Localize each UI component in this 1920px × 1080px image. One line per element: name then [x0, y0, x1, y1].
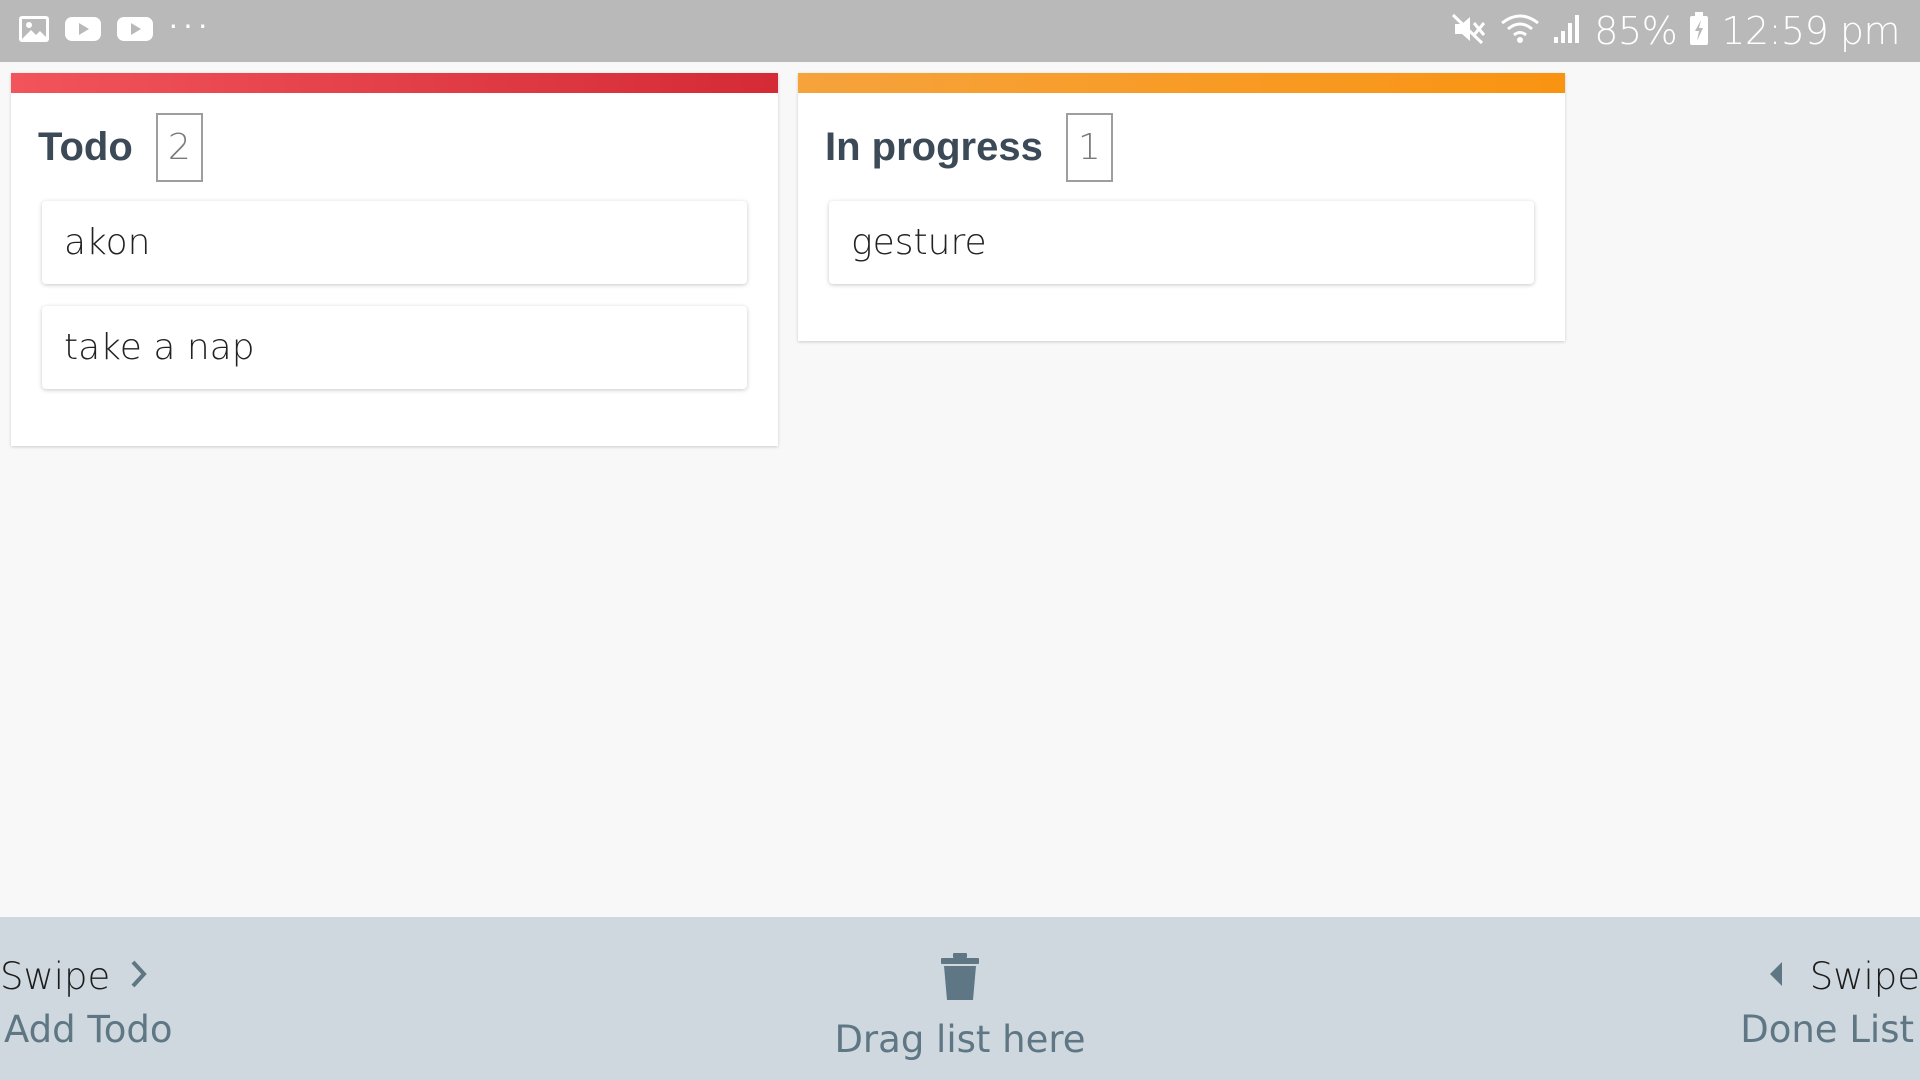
signal-icon	[1552, 13, 1582, 50]
column-title: In progress	[825, 124, 1043, 169]
delete-list-drop-zone[interactable]: Drag list here	[0, 953, 1920, 1061]
system-indicators: 85% 12:59 pm	[1440, 9, 1900, 53]
trash-icon	[940, 953, 980, 1006]
card-list: gesture	[798, 201, 1565, 284]
more-notifications-icon: ···	[168, 6, 212, 42]
task-card[interactable]: akon	[42, 201, 747, 284]
column-header: Todo 2	[11, 93, 778, 201]
column-accent-bar	[11, 73, 778, 93]
drop-zone-label: Drag list here	[834, 1018, 1086, 1061]
column-header: In progress 1	[798, 93, 1565, 201]
status-bar: ··· 85% 12:59 pm	[0, 0, 1920, 62]
bottom-action-bar: Swipe Add Todo Drag list here Swipe Done…	[0, 917, 1920, 1080]
card-count-badge: 2	[155, 112, 203, 182]
youtube-icon	[116, 15, 154, 48]
card-count-badge: 1	[1065, 112, 1113, 182]
task-card[interactable]: gesture	[829, 201, 1534, 284]
gallery-icon	[18, 15, 50, 48]
notification-icons: ···	[18, 8, 226, 48]
mute-icon	[1452, 13, 1488, 50]
list-column-todo[interactable]: Todo 2 akon take a nap	[11, 73, 778, 446]
caret-left-icon	[1768, 955, 1784, 998]
battery-charging-icon	[1689, 11, 1709, 51]
card-list: akon take a nap	[11, 201, 778, 389]
battery-percent: 85%	[1594, 9, 1678, 53]
column-accent-bar	[798, 73, 1565, 93]
column-title: Todo	[38, 124, 133, 169]
task-card[interactable]: take a nap	[42, 306, 747, 389]
swipe-hint: Swipe	[1740, 955, 1920, 998]
swipe-hint-label: Swipe	[1809, 955, 1920, 998]
list-column-in-progress[interactable]: In progress 1 gesture	[798, 73, 1565, 341]
wifi-icon	[1500, 13, 1540, 50]
clock: 12:59 pm	[1721, 9, 1900, 53]
swipe-action-label: Done List	[1740, 1008, 1914, 1051]
youtube-icon	[64, 15, 102, 48]
swipe-done-list[interactable]: Swipe Done List	[1740, 955, 1920, 1051]
